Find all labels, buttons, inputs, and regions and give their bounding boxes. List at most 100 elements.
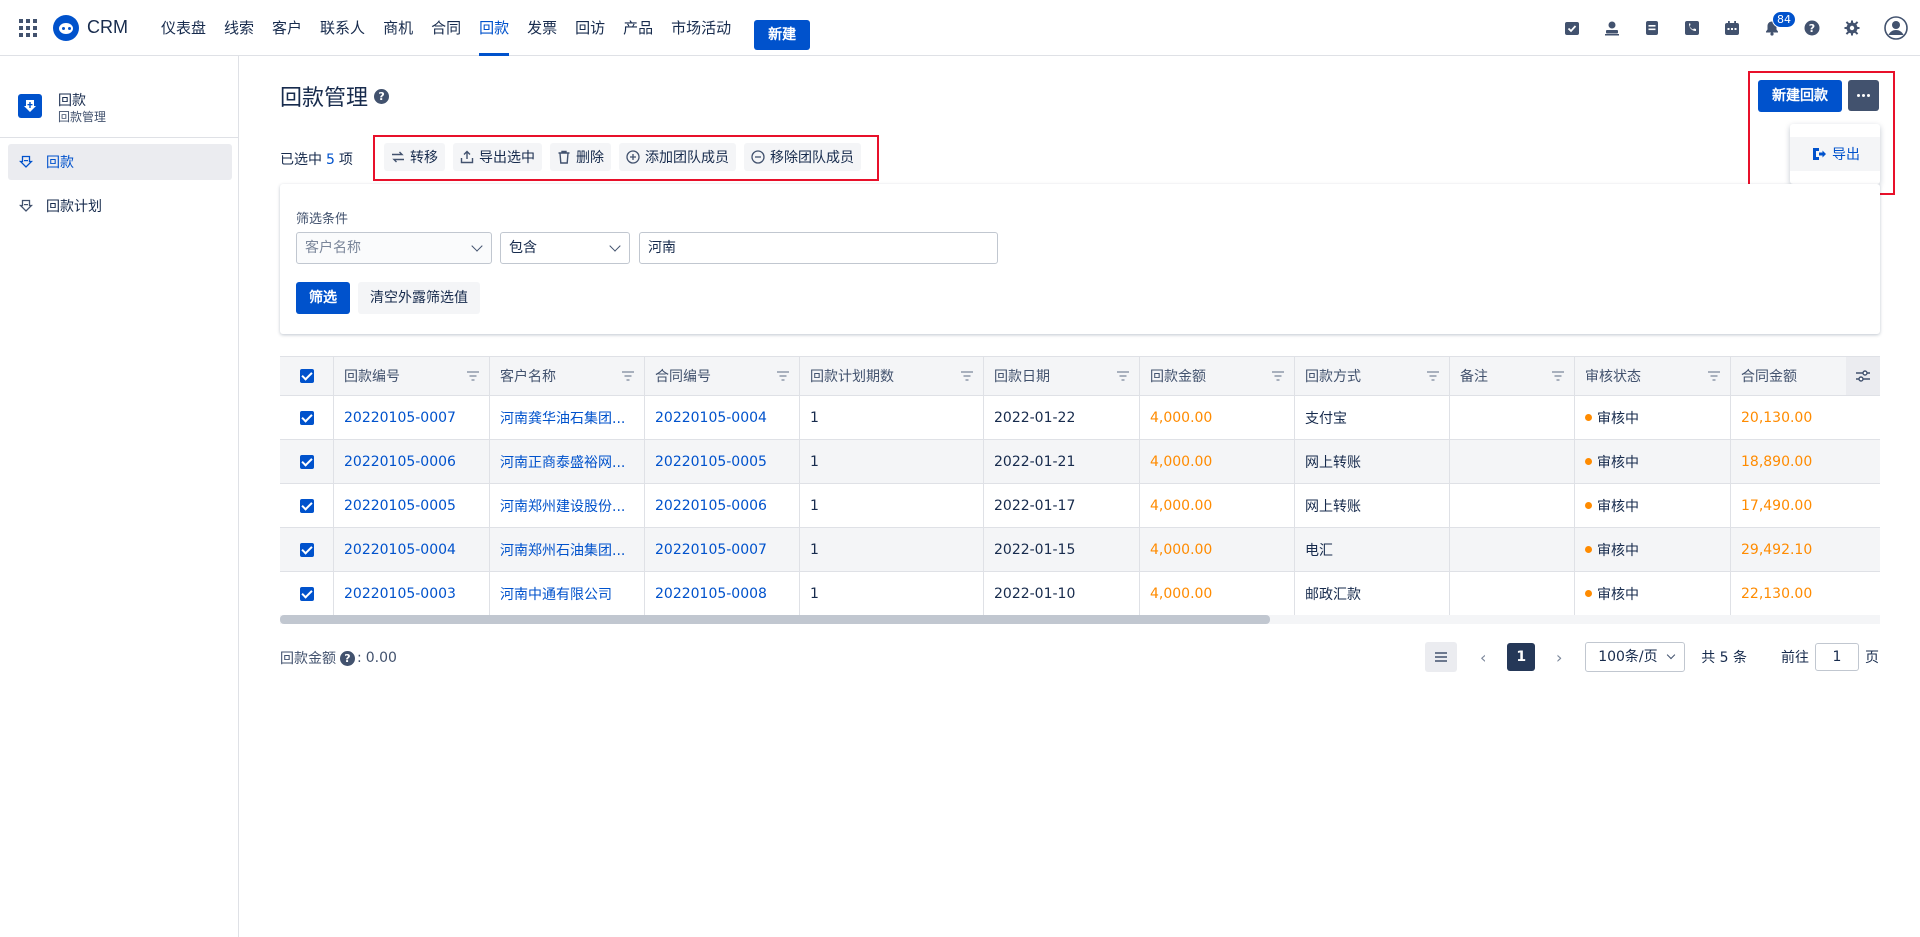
table-row[interactable]: 20220105-0003 河南中通有限公司 20220105-0008 1 2… — [280, 572, 1880, 616]
column-header[interactable]: 回款金额 — [1140, 357, 1295, 395]
column-header[interactable]: 客户名称 — [490, 357, 645, 395]
nav-item-customers[interactable]: 客户 — [263, 0, 311, 56]
calendar-icon[interactable] — [1724, 20, 1740, 36]
customer-name-link[interactable]: 河南郑州建设股份... — [490, 484, 645, 527]
row-checkbox[interactable] — [299, 410, 314, 425]
row-checkbox[interactable] — [299, 542, 314, 557]
select-all-checkbox[interactable] — [299, 369, 314, 383]
table-row[interactable]: 20220105-0004 河南郑州石油集团... 20220105-0007 … — [280, 528, 1880, 572]
customer-name-link[interactable]: 河南正商泰盛裕网... — [490, 440, 645, 483]
receivable-no-link[interactable]: 20220105-0003 — [334, 572, 490, 615]
more-actions-button[interactable] — [1848, 80, 1879, 111]
column-header-label: 合同编号 — [655, 369, 711, 385]
new-receivable-button[interactable]: 新建回款 — [1758, 80, 1842, 112]
contract-no-link[interactable]: 20220105-0006 — [645, 484, 800, 527]
notification-bell-icon[interactable]: 84 — [1764, 11, 1796, 36]
next-page-chevron-icon[interactable]: › — [1553, 648, 1565, 667]
contract-no-link[interactable]: 20220105-0007 — [645, 528, 800, 571]
goto-page-input[interactable]: 1 — [1815, 643, 1859, 671]
question-icon[interactable]: ? — [374, 88, 390, 104]
column-header[interactable]: 合同编号 — [645, 357, 800, 395]
customer-name-link[interactable]: 河南郑州石油集团... — [490, 528, 645, 571]
remove-team-member-button[interactable]: 移除团队成员 — [744, 143, 861, 171]
row-checkbox[interactable] — [299, 454, 314, 469]
status-dot-icon — [1585, 458, 1592, 465]
column-header[interactable]: 回款日期 — [984, 357, 1140, 395]
question-icon[interactable]: ? — [340, 650, 355, 666]
nav-item-products[interactable]: 产品 — [614, 0, 662, 56]
contract-amount-cell: 17,490.00 — [1741, 497, 1813, 514]
app-switcher-icon[interactable] — [19, 18, 37, 37]
help-icon[interactable]: ? — [1804, 20, 1820, 36]
nav-item-dashboard[interactable]: 仪表盘 — [152, 0, 215, 56]
prev-page-chevron-icon[interactable]: ‹ — [1477, 648, 1489, 667]
receivable-no-link[interactable]: 20220105-0006 — [334, 440, 490, 483]
settings-gear-icon[interactable] — [1844, 20, 1860, 36]
filter-submit-button[interactable]: 筛选 — [296, 282, 350, 314]
delete-button[interactable]: 删除 — [550, 143, 611, 171]
goto-suffix: 页 — [1865, 650, 1879, 666]
filter-clear-button[interactable]: 清空外露筛选值 — [358, 282, 480, 314]
receivable-no-link[interactable]: 20220105-0007 — [334, 396, 490, 439]
row-checkbox[interactable] — [299, 498, 314, 513]
user-stamp-icon[interactable] — [1604, 20, 1620, 36]
filter-value-text: 河南 — [648, 240, 676, 256]
user-avatar-icon[interactable] — [1884, 16, 1908, 40]
nav-item-contracts[interactable]: 合同 — [422, 0, 470, 56]
remark-cell — [1450, 528, 1575, 571]
row-checkbox-cell[interactable] — [280, 528, 334, 571]
contract-no-link[interactable]: 20220105-0008 — [645, 572, 800, 615]
filter-value-input[interactable]: 河南 — [639, 232, 998, 264]
nav-item-contacts[interactable]: 联系人 — [311, 0, 374, 56]
horizontal-scrollbar[interactable] — [280, 615, 1880, 624]
table-row[interactable]: 20220105-0007 河南龚华油石集团... 20220105-0004 … — [280, 396, 1880, 440]
nav-item-leads[interactable]: 线索 — [215, 0, 263, 56]
filter-label: 筛选条件 — [296, 212, 349, 227]
contract-no-link[interactable]: 20220105-0005 — [645, 440, 800, 483]
document-icon[interactable] — [1644, 20, 1660, 36]
customer-name-link[interactable]: 河南龚华油石集团... — [490, 396, 645, 439]
row-checkbox-cell[interactable] — [280, 484, 334, 527]
sidebar-item-receivables[interactable]: 回款 — [8, 144, 232, 180]
row-checkbox-cell[interactable] — [280, 396, 334, 439]
filter-funnel-icon — [1552, 371, 1564, 381]
row-checkbox[interactable] — [299, 586, 314, 601]
global-new-button[interactable]: 新建 — [754, 19, 811, 50]
sidebar-subtitle: 回款管理 — [58, 110, 107, 124]
nav-item-receivables[interactable]: 回款 — [470, 0, 518, 56]
row-checkbox-cell[interactable] — [280, 572, 334, 615]
contract-no-link[interactable]: 20220105-0004 — [645, 396, 800, 439]
add-team-member-button[interactable]: 添加团队成员 — [619, 143, 736, 171]
receivable-no-link[interactable]: 20220105-0004 — [334, 528, 490, 571]
column-header[interactable]: 审核状态 — [1575, 357, 1731, 395]
select-all-checkbox-cell[interactable] — [280, 357, 334, 395]
sidebar-item-receivable-plan[interactable]: 回款计划 — [8, 188, 232, 224]
transfer-button[interactable]: 转移 — [384, 143, 445, 171]
page-title-text: 回款管理 — [280, 86, 369, 111]
nav-item-visits[interactable]: 回访 — [566, 0, 614, 56]
task-check-icon[interactable] — [1564, 20, 1580, 36]
nav-item-opportunities[interactable]: 商机 — [374, 0, 422, 56]
density-toggle-button[interactable] — [1425, 642, 1458, 672]
customer-name-link[interactable]: 河南中通有限公司 — [490, 572, 645, 615]
page-size-select[interactable]: 100条/页 — [1585, 642, 1686, 672]
filter-field-select[interactable]: 客户名称 — [296, 232, 492, 264]
crm-logo-icon[interactable] — [53, 14, 79, 41]
column-settings-button[interactable] — [1846, 357, 1880, 395]
column-header[interactable]: 回款方式 — [1295, 357, 1450, 395]
export-menu-item[interactable]: 导出 — [1790, 137, 1880, 171]
nav-item-invoices[interactable]: 发票 — [518, 0, 566, 56]
phone-icon[interactable] — [1684, 20, 1700, 36]
page-number-current[interactable]: 1 — [1507, 643, 1536, 671]
column-header[interactable]: 回款编号 — [334, 357, 490, 395]
export-selected-button[interactable]: 导出选中 — [453, 143, 542, 171]
row-checkbox-cell[interactable] — [280, 440, 334, 483]
column-header[interactable]: 备注 — [1450, 357, 1575, 395]
column-header[interactable]: 回款计划期数 — [800, 357, 984, 395]
receivable-no-link[interactable]: 20220105-0005 — [334, 484, 490, 527]
nav-item-marketing[interactable]: 市场活动 — [662, 0, 740, 56]
horizontal-scrollbar-thumb[interactable] — [280, 615, 1270, 624]
table-row[interactable]: 20220105-0005 河南郑州建设股份... 20220105-0006 … — [280, 484, 1880, 528]
table-row[interactable]: 20220105-0006 河南正商泰盛裕网... 20220105-0005 … — [280, 440, 1880, 484]
filter-operator-select[interactable]: 包含 — [500, 232, 630, 264]
